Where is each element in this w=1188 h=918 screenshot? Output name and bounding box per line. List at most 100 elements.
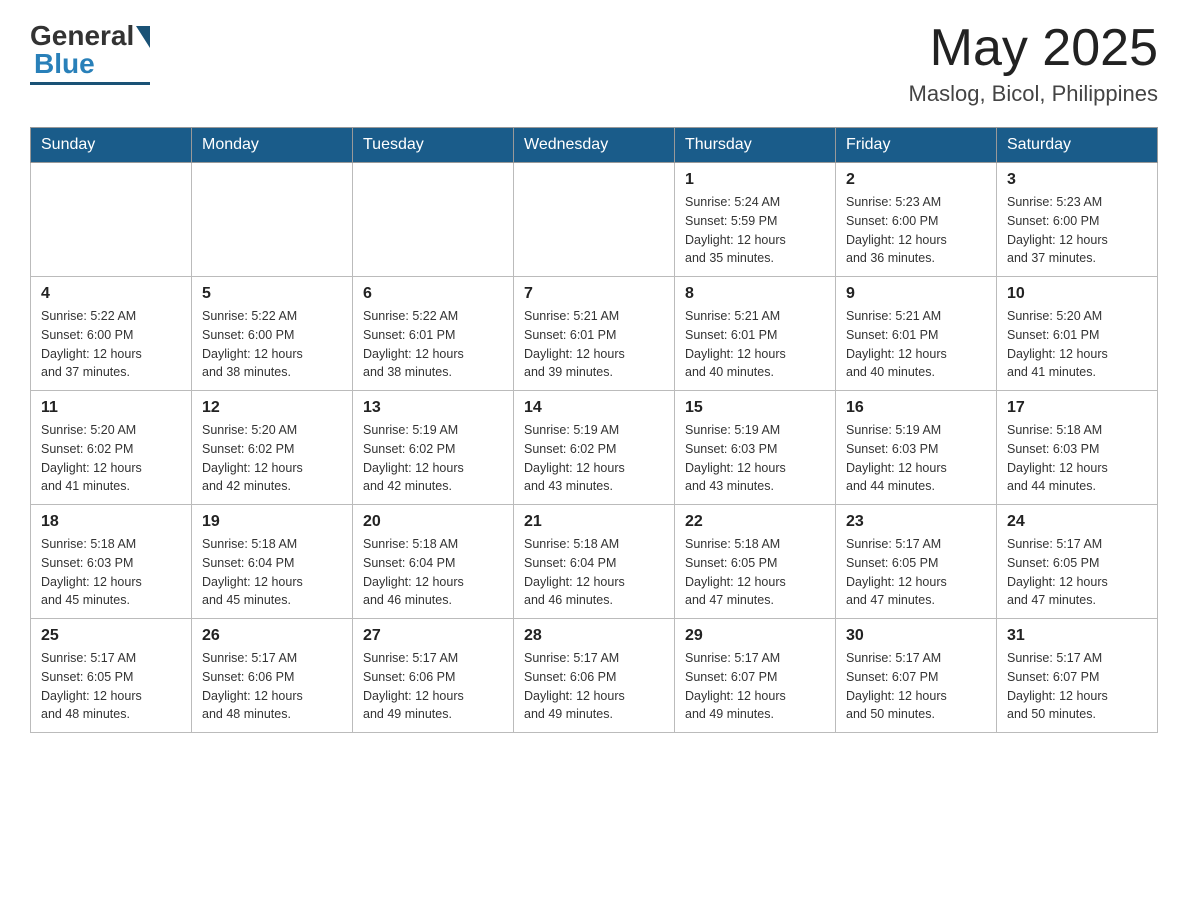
- day-info: Sunrise: 5:18 AM Sunset: 6:05 PM Dayligh…: [685, 535, 825, 610]
- day-info: Sunrise: 5:18 AM Sunset: 6:04 PM Dayligh…: [524, 535, 664, 610]
- day-info: Sunrise: 5:22 AM Sunset: 6:00 PM Dayligh…: [41, 307, 181, 382]
- day-info: Sunrise: 5:20 AM Sunset: 6:01 PM Dayligh…: [1007, 307, 1147, 382]
- month-year-title: May 2025: [909, 20, 1158, 77]
- day-info: Sunrise: 5:24 AM Sunset: 5:59 PM Dayligh…: [685, 193, 825, 268]
- calendar-cell: 7 Sunrise: 5:21 AM Sunset: 6:01 PM Daylig…: [514, 277, 675, 391]
- day-number: 26: [202, 627, 342, 645]
- calendar-cell: 11Sunrise: 5:20 AM Sunset: 6:02 PM Dayli…: [31, 391, 192, 505]
- calendar-table: SundayMondayTuesdayWednesdayThursdayFrid…: [30, 127, 1158, 733]
- day-number: 7: [524, 285, 664, 303]
- day-number: 23: [846, 513, 986, 531]
- day-info: Sunrise: 5:17 AM Sunset: 6:07 PM Dayligh…: [846, 649, 986, 724]
- day-number: 3: [1007, 171, 1147, 189]
- calendar-cell: [31, 163, 192, 277]
- calendar-cell: 22Sunrise: 5:18 AM Sunset: 6:05 PM Dayli…: [675, 505, 836, 619]
- calendar-cell: 14Sunrise: 5:19 AM Sunset: 6:02 PM Dayli…: [514, 391, 675, 505]
- day-number: 10: [1007, 285, 1147, 303]
- calendar-cell: 6 Sunrise: 5:22 AM Sunset: 6:01 PM Daylig…: [353, 277, 514, 391]
- calendar-cell: 25 Sunrise: 5:17 AM Sunset: 6:05 PM Dayli…: [31, 619, 192, 733]
- calendar-cell: 2Sunrise: 5:23 AM Sunset: 6:00 PM Daylig…: [836, 163, 997, 277]
- day-info: Sunrise: 5:19 AM Sunset: 6:03 PM Dayligh…: [846, 421, 986, 496]
- day-info: Sunrise: 5:17 AM Sunset: 6:05 PM Dayligh…: [41, 649, 181, 724]
- week-row-3: 11Sunrise: 5:20 AM Sunset: 6:02 PM Dayli…: [31, 391, 1158, 505]
- calendar-cell: 31 Sunrise: 5:17 AM Sunset: 6:07 PM Dayli…: [997, 619, 1158, 733]
- week-row-4: 18 Sunrise: 5:18 AM Sunset: 6:03 PM Dayli…: [31, 505, 1158, 619]
- day-number: 25: [41, 627, 181, 645]
- calendar-cell: [353, 163, 514, 277]
- calendar-header-saturday: Saturday: [997, 128, 1158, 163]
- logo: General Blue: [30, 20, 150, 85]
- day-number: 20: [363, 513, 503, 531]
- day-number: 27: [363, 627, 503, 645]
- calendar-cell: 21 Sunrise: 5:18 AM Sunset: 6:04 PM Dayli…: [514, 505, 675, 619]
- day-info: Sunrise: 5:17 AM Sunset: 6:05 PM Dayligh…: [846, 535, 986, 610]
- calendar-cell: 3Sunrise: 5:23 AM Sunset: 6:00 PM Daylig…: [997, 163, 1158, 277]
- calendar-cell: 8 Sunrise: 5:21 AM Sunset: 6:01 PM Daylig…: [675, 277, 836, 391]
- day-info: Sunrise: 5:20 AM Sunset: 6:02 PM Dayligh…: [202, 421, 342, 496]
- day-number: 9: [846, 285, 986, 303]
- calendar-cell: 18 Sunrise: 5:18 AM Sunset: 6:03 PM Dayli…: [31, 505, 192, 619]
- day-number: 16: [846, 399, 986, 417]
- calendar-cell: 30 Sunrise: 5:17 AM Sunset: 6:07 PM Dayli…: [836, 619, 997, 733]
- day-info: Sunrise: 5:17 AM Sunset: 6:07 PM Dayligh…: [1007, 649, 1147, 724]
- day-info: Sunrise: 5:17 AM Sunset: 6:05 PM Dayligh…: [1007, 535, 1147, 610]
- calendar-header-thursday: Thursday: [675, 128, 836, 163]
- day-info: Sunrise: 5:21 AM Sunset: 6:01 PM Dayligh…: [524, 307, 664, 382]
- calendar-cell: 23 Sunrise: 5:17 AM Sunset: 6:05 PM Dayli…: [836, 505, 997, 619]
- day-number: 21: [524, 513, 664, 531]
- calendar-cell: 5 Sunrise: 5:22 AM Sunset: 6:00 PM Daylig…: [192, 277, 353, 391]
- calendar-cell: 27 Sunrise: 5:17 AM Sunset: 6:06 PM Dayli…: [353, 619, 514, 733]
- day-number: 15: [685, 399, 825, 417]
- day-info: Sunrise: 5:20 AM Sunset: 6:02 PM Dayligh…: [41, 421, 181, 496]
- calendar-cell: [192, 163, 353, 277]
- day-number: 30: [846, 627, 986, 645]
- calendar-header-sunday: Sunday: [31, 128, 192, 163]
- calendar-cell: 4 Sunrise: 5:22 AM Sunset: 6:00 PM Daylig…: [31, 277, 192, 391]
- day-number: 31: [1007, 627, 1147, 645]
- day-number: 13: [363, 399, 503, 417]
- calendar-cell: 28Sunrise: 5:17 AM Sunset: 6:06 PM Dayli…: [514, 619, 675, 733]
- logo-blue-text: Blue: [34, 48, 95, 80]
- day-info: Sunrise: 5:21 AM Sunset: 6:01 PM Dayligh…: [846, 307, 986, 382]
- day-info: Sunrise: 5:17 AM Sunset: 6:06 PM Dayligh…: [363, 649, 503, 724]
- calendar-cell: 17Sunrise: 5:18 AM Sunset: 6:03 PM Dayli…: [997, 391, 1158, 505]
- calendar-cell: 1 Sunrise: 5:24 AM Sunset: 5:59 PM Daylig…: [675, 163, 836, 277]
- day-info: Sunrise: 5:18 AM Sunset: 6:04 PM Dayligh…: [363, 535, 503, 610]
- logo-underline: [30, 82, 150, 85]
- day-number: 24: [1007, 513, 1147, 531]
- day-info: Sunrise: 5:19 AM Sunset: 6:03 PM Dayligh…: [685, 421, 825, 496]
- day-info: Sunrise: 5:19 AM Sunset: 6:02 PM Dayligh…: [363, 421, 503, 496]
- calendar-cell: 9 Sunrise: 5:21 AM Sunset: 6:01 PM Daylig…: [836, 277, 997, 391]
- calendar-cell: 16 Sunrise: 5:19 AM Sunset: 6:03 PM Dayli…: [836, 391, 997, 505]
- calendar-header-tuesday: Tuesday: [353, 128, 514, 163]
- day-info: Sunrise: 5:19 AM Sunset: 6:02 PM Dayligh…: [524, 421, 664, 496]
- day-info: Sunrise: 5:21 AM Sunset: 6:01 PM Dayligh…: [685, 307, 825, 382]
- calendar-cell: 13 Sunrise: 5:19 AM Sunset: 6:02 PM Dayli…: [353, 391, 514, 505]
- day-number: 6: [363, 285, 503, 303]
- day-info: Sunrise: 5:17 AM Sunset: 6:06 PM Dayligh…: [202, 649, 342, 724]
- day-info: Sunrise: 5:22 AM Sunset: 6:00 PM Dayligh…: [202, 307, 342, 382]
- day-number: 29: [685, 627, 825, 645]
- day-number: 4: [41, 285, 181, 303]
- day-info: Sunrise: 5:18 AM Sunset: 6:03 PM Dayligh…: [41, 535, 181, 610]
- title-block: May 2025 Maslog, Bicol, Philippines: [909, 20, 1158, 107]
- calendar-header-wednesday: Wednesday: [514, 128, 675, 163]
- day-info: Sunrise: 5:18 AM Sunset: 6:04 PM Dayligh…: [202, 535, 342, 610]
- day-number: 28: [524, 627, 664, 645]
- calendar-cell: 19Sunrise: 5:18 AM Sunset: 6:04 PM Dayli…: [192, 505, 353, 619]
- calendar-cell: 26 Sunrise: 5:17 AM Sunset: 6:06 PM Dayli…: [192, 619, 353, 733]
- calendar-header-row: SundayMondayTuesdayWednesdayThursdayFrid…: [31, 128, 1158, 163]
- day-number: 18: [41, 513, 181, 531]
- calendar-cell: [514, 163, 675, 277]
- day-number: 8: [685, 285, 825, 303]
- week-row-5: 25 Sunrise: 5:17 AM Sunset: 6:05 PM Dayli…: [31, 619, 1158, 733]
- calendar-header-friday: Friday: [836, 128, 997, 163]
- day-number: 5: [202, 285, 342, 303]
- day-number: 1: [685, 171, 825, 189]
- calendar-cell: 10 Sunrise: 5:20 AM Sunset: 6:01 PM Dayli…: [997, 277, 1158, 391]
- calendar-cell: 29Sunrise: 5:17 AM Sunset: 6:07 PM Dayli…: [675, 619, 836, 733]
- calendar-header-monday: Monday: [192, 128, 353, 163]
- calendar-cell: 24 Sunrise: 5:17 AM Sunset: 6:05 PM Dayli…: [997, 505, 1158, 619]
- day-info: Sunrise: 5:22 AM Sunset: 6:01 PM Dayligh…: [363, 307, 503, 382]
- day-number: 2: [846, 171, 986, 189]
